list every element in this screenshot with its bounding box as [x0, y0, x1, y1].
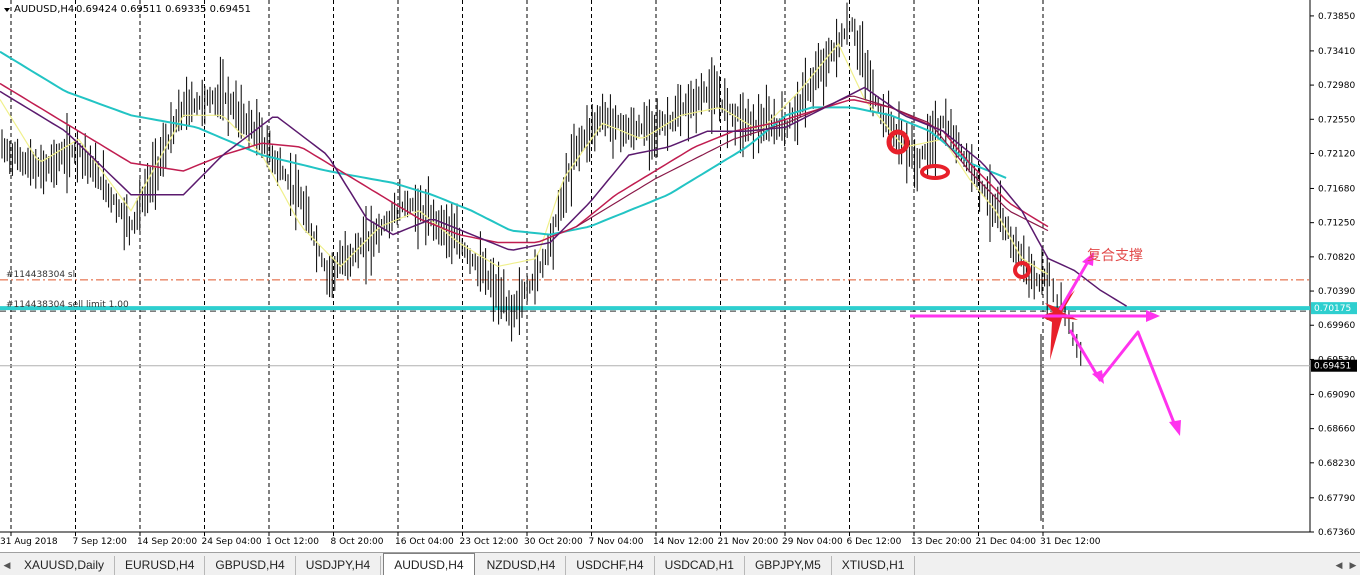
order-price-text: 0.70175 [1314, 304, 1351, 314]
price-chart[interactable]: 0.73850 0.73410 0.72980 0.72550 0.72120 0.716… [0, 0, 1360, 552]
tab-nzdusd-h4[interactable]: NZDUSD,H4 [477, 556, 567, 575]
time-tick-label: 30 Oct 20:00 [524, 537, 583, 547]
tab-scroll-left-icon[interactable]: ◀ [1332, 557, 1346, 575]
price-tick-label: 0.73410 [1318, 47, 1355, 57]
time-tick-label: 31 Dec 12:00 [1040, 537, 1101, 547]
time-tick-label: 14 Nov 12:00 [653, 537, 714, 547]
price-tick-label: 0.68230 [1318, 459, 1355, 469]
tab-xauusd-daily[interactable]: XAUUSD,Daily [14, 556, 116, 575]
time-tick-label: 24 Sep 04:00 [202, 537, 262, 547]
ohlc-values: 0.69424 0.69511 0.69335 0.69451 [76, 4, 251, 15]
price-tick-label: 0.70390 [1318, 287, 1355, 297]
tab-usdchf-h4[interactable]: USDCHF,H4 [566, 556, 655, 575]
time-tick-label: 1 Oct 12:00 [266, 537, 319, 547]
tab-audusd-h4[interactable]: AUDUSD,H4 [383, 553, 475, 575]
tab-scroll-left-icon[interactable]: ◀ [0, 557, 14, 575]
tab-eurusd-h4[interactable]: EURUSD,H4 [115, 556, 206, 575]
price-tick-label: 0.72550 [1318, 115, 1355, 125]
time-tick-label: 8 Oct 20:00 [331, 537, 384, 547]
time-tick-label: 21 Dec 04:00 [976, 537, 1037, 547]
time-tick-label: 21 Nov 20:00 [718, 537, 779, 547]
tab-gbpjpy-m5[interactable]: GBPJPY,M5 [745, 556, 832, 575]
tab-xtiusd-h1[interactable]: XTIUSD,H1 [832, 556, 916, 575]
tab-scroll-right-icon[interactable]: ▶ [1346, 557, 1360, 575]
current-price-text: 0.69451 [1314, 362, 1351, 372]
time-tick-label: 13 Dec 20:00 [911, 537, 972, 547]
price-tick-label: 0.73850 [1318, 12, 1355, 22]
symbol-label: AUDUSD,H4 [14, 4, 74, 15]
price-tick-label: 0.69960 [1318, 321, 1355, 331]
time-tick-label: 7 Sep 12:00 [73, 537, 128, 547]
time-tick-label: 7 Nov 04:00 [589, 537, 644, 547]
price-tick-label: 0.68660 [1318, 425, 1355, 435]
price-tick-label: 0.70820 [1318, 253, 1355, 263]
time-tick-label: 6 Dec 12:00 [847, 537, 902, 547]
time-tick-label: 16 Oct 04:00 [395, 537, 454, 547]
tab-usdcad-h1[interactable]: USDCAD,H1 [655, 556, 745, 575]
symbol-tab-bar: ◀ XAUUSD,Daily EURUSD,H4 GBPUSD,H4 USDJPY,H… [0, 552, 1360, 575]
price-tick-label: 0.69090 [1318, 390, 1355, 400]
price-tick-label: 0.67790 [1318, 494, 1355, 504]
price-tick-label: 0.67360 [1318, 528, 1355, 538]
time-tick-label: 14 Sep 20:00 [137, 537, 197, 547]
price-tick-label: 0.72120 [1318, 149, 1355, 159]
tab-usdjpy-h4[interactable]: USDJPY,H4 [296, 556, 382, 575]
time-tick-label: 31 Aug 2018 [0, 537, 58, 547]
time-tick-label: 23 Oct 12:00 [460, 537, 519, 547]
support-annotation-text: 复合支撑 [1087, 247, 1143, 264]
price-tick-label: 0.71250 [1318, 219, 1355, 229]
price-tick-label: 0.72980 [1318, 81, 1355, 91]
tab-gbpusd-h4[interactable]: GBPUSD,H4 [205, 556, 296, 575]
chart-header: AUDUSD,H4 0.69424 0.69511 0.69335 0.6945… [4, 4, 251, 15]
price-tick-label: 0.71680 [1318, 184, 1355, 194]
time-tick-label: 29 Nov 04:00 [782, 537, 843, 547]
sell-limit-order-label: #114438304 sell limit 1.00 [6, 300, 129, 310]
sl-order-label: #114438304 sl [6, 270, 75, 280]
